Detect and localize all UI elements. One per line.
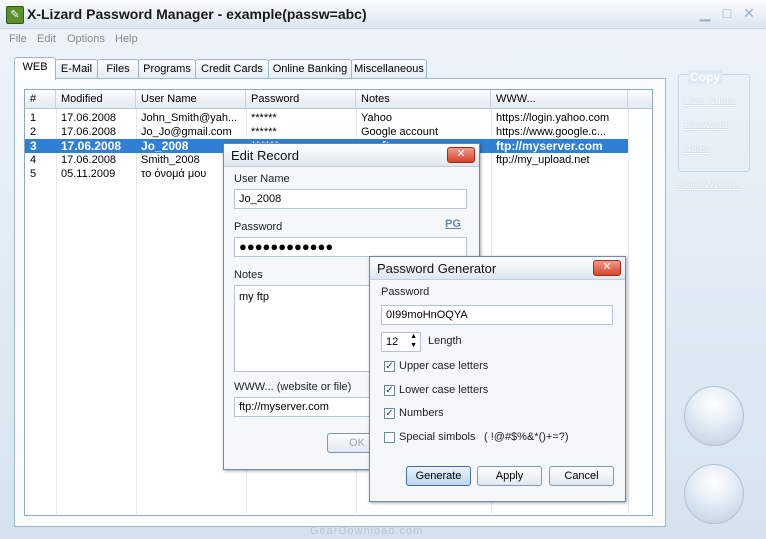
- apply-button[interactable]: Apply: [477, 466, 542, 486]
- cell-modified: 17.06.2008: [61, 154, 117, 166]
- password-field[interactable]: ●●●●●●●●●●●●: [234, 237, 467, 257]
- password-label: Password: [234, 221, 283, 233]
- spin-down-icon[interactable]: ▼: [410, 342, 417, 350]
- cell-number: 2: [30, 126, 37, 138]
- notes-label: Notes: [234, 269, 263, 281]
- cell-www: ftp://my_upload.net: [496, 154, 590, 166]
- copy-group-title: Copy: [688, 70, 722, 84]
- password-generator-dialog: Password Generator ✕ Password 0I99moHnOQ…: [369, 256, 626, 502]
- cell-password: ******: [251, 112, 277, 124]
- app-icon: ✎: [6, 6, 24, 24]
- column-header-filler: [628, 90, 652, 109]
- tab-web[interactable]: WEB: [14, 57, 56, 80]
- copy-username-link[interactable]: User Name: [684, 96, 735, 107]
- check-icon: ✓: [385, 385, 394, 396]
- column-header-www[interactable]: WWW...: [491, 90, 628, 109]
- close-icon[interactable]: ✕: [593, 260, 621, 276]
- generated-password-field[interactable]: 0I99moHnOQYA: [381, 305, 613, 325]
- title-bar: ✎ X-Lizard Password Manager - example(pa…: [0, 0, 766, 29]
- check-icon: ✓: [385, 408, 394, 419]
- tab-online-banking[interactable]: Online Banking: [268, 59, 352, 79]
- minimize-icon[interactable]: ▁: [694, 5, 716, 22]
- cell-www: [491, 167, 628, 181]
- cell-modified: 17.06.2008: [61, 139, 122, 153]
- cell-number: 1: [30, 112, 37, 124]
- open-www-link[interactable]: Open WWW...: [677, 180, 740, 191]
- upper-case-label: Upper case letters: [399, 360, 489, 372]
- username-field[interactable]: Jo_2008: [234, 189, 467, 209]
- close-icon[interactable]: ✕: [447, 147, 475, 163]
- action-orb-button-2[interactable]: [684, 464, 744, 524]
- table-row[interactable]: 1 17.06.2008 John_Smith@yah... ****** Yahoo h…: [25, 111, 628, 125]
- menu-edit[interactable]: Edit: [37, 33, 56, 45]
- column-header-password[interactable]: Password: [246, 90, 356, 109]
- cell-modified: 17.06.2008: [61, 112, 117, 124]
- spin-up-icon[interactable]: ▲: [410, 333, 417, 341]
- menu-bar: File Edit Options Help: [0, 30, 766, 48]
- length-stepper[interactable]: 12 ▲ ▼: [381, 332, 421, 352]
- window-title: X-Lizard Password Manager - example(pass…: [27, 6, 367, 22]
- column-header-notes[interactable]: Notes: [356, 90, 491, 109]
- cell-username: John_Smith@yah...: [141, 112, 238, 124]
- length-label: Length: [428, 335, 462, 347]
- edit-record-title-bar: Edit Record ✕: [224, 144, 479, 167]
- generate-button[interactable]: Generate: [406, 466, 471, 486]
- copy-password-link[interactable]: Password: [684, 120, 728, 131]
- tab-programs[interactable]: Programs: [138, 59, 196, 79]
- cell-www: ftp://myserver.com: [496, 139, 603, 153]
- copy-notes-link[interactable]: Notes: [684, 144, 710, 155]
- cell-number: 3: [30, 139, 37, 153]
- tab-miscellaneous[interactable]: Miscellaneous: [351, 59, 427, 79]
- menu-help[interactable]: Help: [115, 33, 138, 45]
- check-icon: ✓: [385, 361, 394, 372]
- special-symbols-label: Special simbols: [399, 431, 476, 443]
- cell-notes: Yahoo: [361, 112, 392, 124]
- cell-notes: Google account: [361, 126, 439, 138]
- edit-record-title: Edit Record: [231, 148, 299, 163]
- column-header-username[interactable]: User Name: [136, 90, 246, 109]
- close-icon[interactable]: ✕: [738, 5, 760, 22]
- cell-modified: 17.06.2008: [61, 126, 117, 138]
- watermark: GearDownload.com: [310, 525, 424, 537]
- password-generator-title: Password Generator: [377, 261, 497, 276]
- action-orb-button[interactable]: [684, 386, 744, 446]
- tab-files[interactable]: Files: [97, 59, 139, 79]
- lower-case-checkbox[interactable]: ✓: [384, 385, 395, 396]
- pg-link[interactable]: PG: [445, 218, 461, 230]
- table-row[interactable]: 2 17.06.2008 Jo_Jo@gmail.com ****** Google a…: [25, 125, 628, 139]
- generated-password-label: Password: [381, 286, 430, 298]
- cell-www: https://www.google.c...: [496, 126, 607, 138]
- menu-options[interactable]: Options: [67, 33, 105, 45]
- special-symbols-checkbox[interactable]: [384, 432, 395, 443]
- column-header-modified[interactable]: Modified: [56, 90, 136, 109]
- cell-username: Jo_Jo@gmail.com: [141, 126, 232, 138]
- www-label: WWW... (website or file): [234, 381, 352, 393]
- cell-modified: 05.11.2009: [61, 168, 116, 180]
- numbers-checkbox[interactable]: ✓: [384, 408, 395, 419]
- password-generator-title-bar: Password Generator ✕: [370, 257, 625, 280]
- maximize-icon[interactable]: □: [716, 5, 738, 22]
- menu-file[interactable]: File: [9, 33, 27, 45]
- upper-case-checkbox[interactable]: ✓: [384, 361, 395, 372]
- numbers-label: Numbers: [399, 407, 444, 419]
- length-value: 12: [386, 336, 399, 348]
- username-label: User Name: [234, 173, 290, 185]
- tab-email[interactable]: E-Mail: [55, 59, 98, 79]
- special-chars-list: ( !@#$%&*()+=?): [484, 431, 569, 443]
- tab-credit-cards[interactable]: Credit Cards: [195, 59, 269, 79]
- lower-case-label: Lower case letters: [399, 384, 489, 396]
- cancel-button[interactable]: Cancel: [549, 466, 614, 486]
- cell-password: ******: [251, 126, 277, 138]
- cell-number: 4: [30, 154, 37, 166]
- cell-number: 5: [30, 168, 37, 180]
- column-header-number[interactable]: #: [25, 90, 56, 109]
- cell-www: https://login.yahoo.com: [496, 112, 610, 124]
